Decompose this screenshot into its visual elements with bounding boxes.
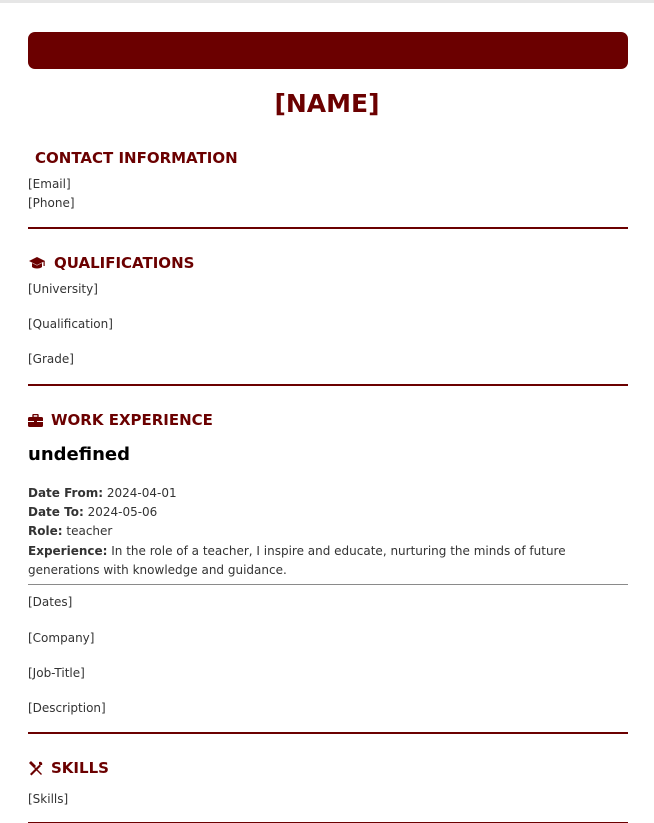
work-dates: [Dates]: [28, 595, 73, 609]
briefcase-icon: [28, 413, 43, 427]
tools-icon: [29, 760, 43, 775]
experience-value: In the role of a teacher, I inspire and …: [28, 544, 566, 577]
date-from-value: 2024-04-01: [106, 486, 177, 500]
work-heading: WORK EXPERIENCE: [28, 411, 213, 429]
resume-name: [NAME]: [274, 89, 380, 118]
qualification-grade: [Grade]: [28, 352, 74, 366]
section-divider: [28, 384, 628, 386]
header-banner: [28, 32, 628, 69]
contact-heading-label: CONTACT INFORMATION: [35, 149, 238, 167]
contact-heading: CONTACT INFORMATION: [35, 149, 238, 167]
qualification-name: [Qualification]: [28, 317, 113, 331]
contact-phone: [Phone]: [28, 196, 75, 210]
work-heading-label: WORK EXPERIENCE: [51, 411, 213, 429]
qualifications-heading: QUALIFICATIONS: [28, 254, 194, 272]
section-divider: [28, 732, 628, 734]
resume-page: [NAME] CONTACT INFORMATION [Email] [Phon…: [0, 0, 654, 823]
work-job-title: [Job-Title]: [28, 666, 85, 680]
skills-heading-label: SKILLS: [51, 759, 109, 777]
work-company: [Company]: [28, 631, 95, 645]
role-value: teacher: [66, 524, 113, 538]
section-divider: [28, 227, 628, 229]
work-role: Role: teacher: [28, 522, 628, 541]
experience-label: Experience:: [28, 544, 108, 558]
skills-heading: SKILLS: [28, 759, 109, 777]
work-entry-title: undefined: [28, 444, 130, 465]
work-date-to: Date To: 2024-05-06: [28, 503, 628, 522]
work-date-from: Date From: 2024-04-01: [28, 484, 628, 503]
date-to-label: Date To:: [28, 505, 84, 519]
qualification-university: [University]: [28, 282, 98, 296]
entry-divider: [28, 584, 628, 585]
contact-email: [Email]: [28, 177, 71, 191]
qualifications-heading-label: QUALIFICATIONS: [54, 254, 195, 272]
work-experience: Experience: In the role of a teacher, I …: [28, 542, 628, 580]
role-label: Role:: [28, 524, 63, 538]
work-description: [Description]: [28, 701, 106, 715]
date-from-label: Date From:: [28, 486, 104, 500]
skills-value: [Skills]: [28, 792, 69, 806]
date-to-value: 2024-05-06: [87, 505, 158, 519]
graduation-cap-icon: [29, 257, 45, 269]
